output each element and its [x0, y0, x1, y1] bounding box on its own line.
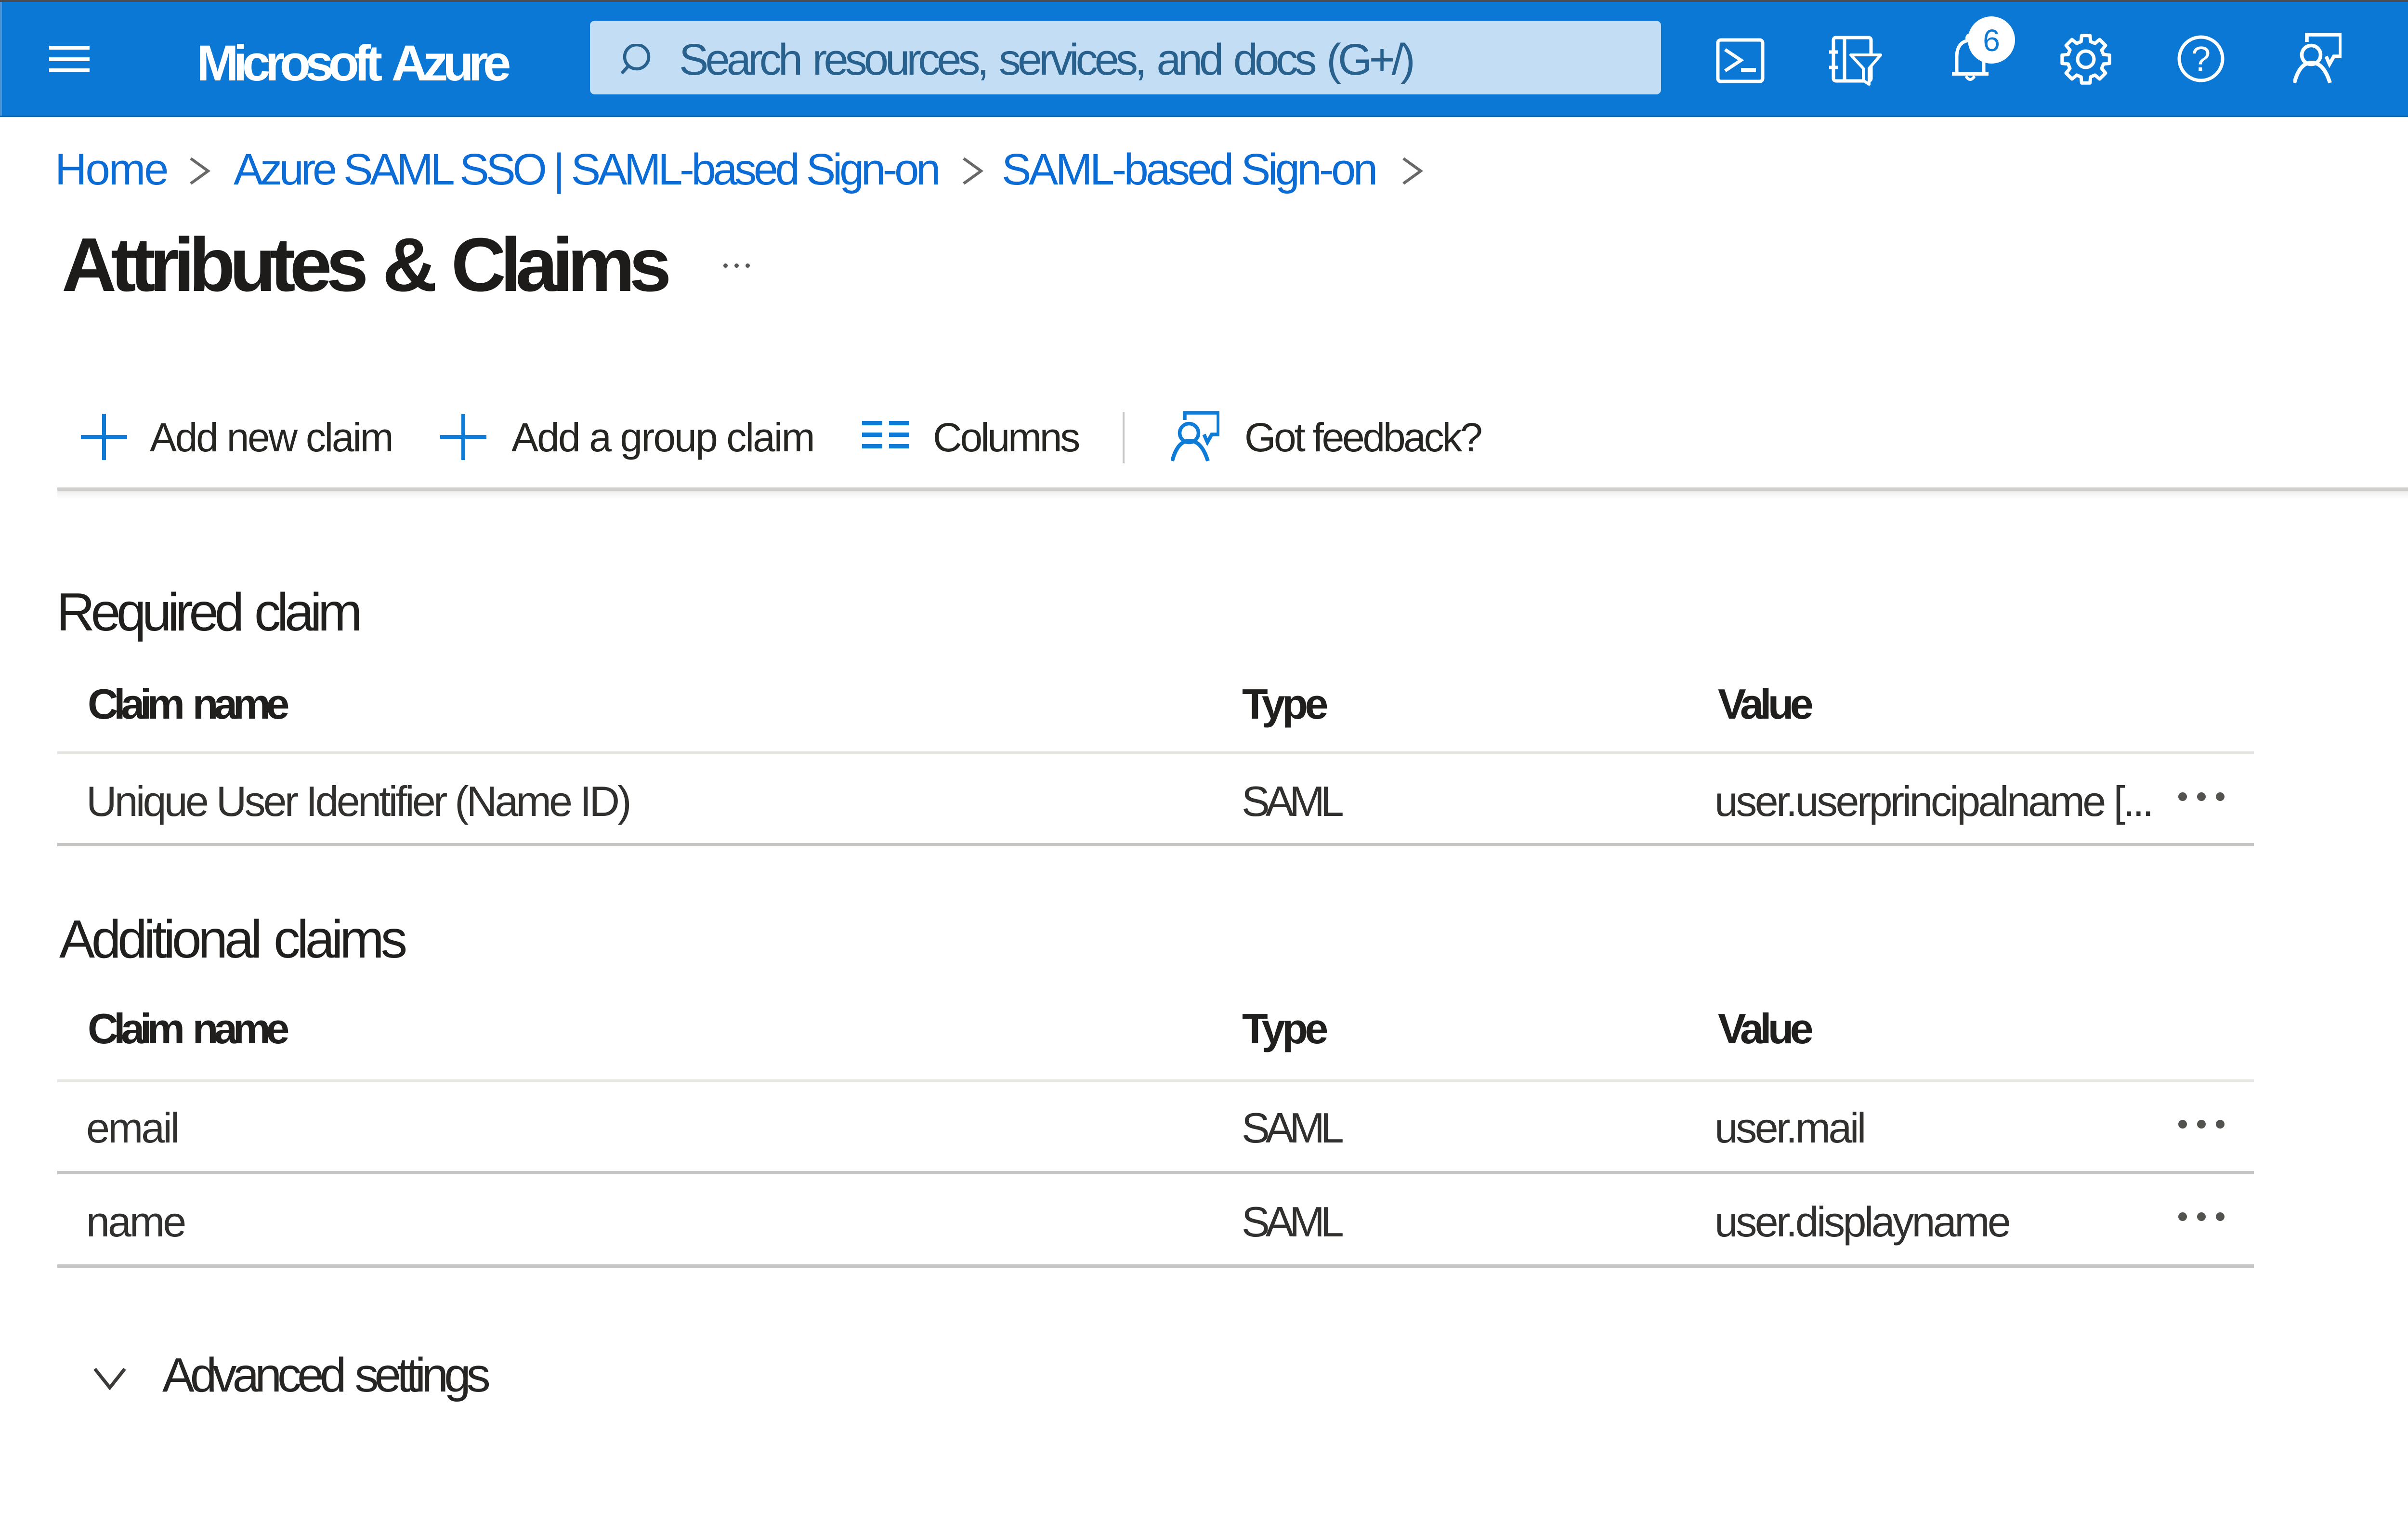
claim-name-cell[interactable]: Unique User Identifier (Name ID) [86, 780, 632, 823]
add-group-claim-button[interactable]: Add a group claim [511, 417, 815, 458]
claim-type-cell: SAML [1242, 1198, 1344, 1246]
settings-gear-icon[interactable] [2059, 32, 2113, 86]
plus-icon [440, 414, 486, 460]
claim-value-cell[interactable]: user.mail [1714, 1107, 1866, 1149]
chevron-down-icon [93, 1367, 126, 1390]
column-header-value: Value [1718, 680, 1814, 728]
breadcrumb-separator-icon [190, 157, 211, 185]
breadcrumb-signon[interactable]: SAML-based Sign-on [1002, 147, 1378, 192]
toolbar-divider [1123, 412, 1125, 463]
columns-icon [862, 421, 909, 448]
breadcrumb-sso[interactable]: Azure SAML SSO | SAML-based Sign-on [234, 147, 941, 192]
row-more-button[interactable] [2178, 1120, 2225, 1129]
directory-filter-icon[interactable] [1825, 33, 1884, 89]
column-header-claim-name: Claim name [88, 1005, 289, 1052]
breadcrumb-home[interactable]: Home [55, 147, 169, 192]
toolbar-separator-shadow [57, 491, 2408, 499]
add-new-claim-button[interactable]: Add new claim [150, 417, 394, 458]
table-row-line [57, 1264, 2254, 1268]
column-header-type: Type [1242, 1005, 1328, 1052]
row-more-button[interactable] [2178, 1212, 2225, 1221]
title-more-button[interactable] [723, 263, 750, 268]
claim-name-cell[interactable]: email [86, 1107, 180, 1149]
table-header-underline [57, 1079, 2254, 1082]
cloud-shell-icon[interactable] [1714, 37, 1765, 84]
columns-button[interactable]: Columns [933, 417, 1080, 458]
got-feedback-icon [1171, 411, 1219, 462]
notifications-bell-icon[interactable]: 6 [1946, 13, 2019, 89]
column-header-claim-name: Claim name [88, 680, 289, 728]
feedback-icon[interactable] [2293, 32, 2342, 85]
breadcrumb-separator-icon [1402, 157, 1424, 185]
breadcrumb-separator-icon [963, 157, 984, 185]
claim-type-cell: SAML [1242, 1104, 1344, 1152]
row-more-button[interactable] [2178, 792, 2225, 801]
toolbar-separator [57, 487, 2408, 491]
search-icon [621, 44, 651, 74]
search-placeholder: Search resources, services, and docs (G+… [679, 35, 1415, 84]
help-icon[interactable]: ? [2176, 34, 2226, 84]
table-header-underline [57, 751, 2254, 754]
notification-badge-count: 6 [1983, 23, 2000, 58]
topbar-bottom-border [0, 116, 2408, 117]
claim-type-cell: SAML [1242, 777, 1344, 825]
advanced-settings-toggle[interactable]: Advanced settings [162, 1351, 491, 1399]
page-title: Attributes & Claims [62, 223, 671, 307]
got-feedback-button[interactable]: Got feedback? [1244, 417, 1483, 458]
table-row-line [57, 1171, 2254, 1174]
brand-title[interactable]: Microsoft Azure [196, 38, 511, 89]
claim-name-cell[interactable]: name [86, 1201, 186, 1243]
plus-icon [81, 414, 127, 460]
hamburger-menu-icon[interactable] [49, 46, 90, 73]
additional-claims-heading: Additional claims [59, 909, 407, 969]
help-glyph: ? [2191, 40, 2211, 79]
claim-value-cell[interactable]: user.userprincipalname [... [1714, 780, 2154, 823]
column-header-type: Type [1242, 680, 1328, 728]
required-claim-heading: Required claim [56, 582, 363, 642]
table-row-line [57, 843, 2254, 846]
window-left-edge [0, 2, 2, 117]
column-header-value: Value [1718, 1005, 1814, 1052]
claim-value-cell[interactable]: user.displayname [1714, 1201, 2011, 1243]
